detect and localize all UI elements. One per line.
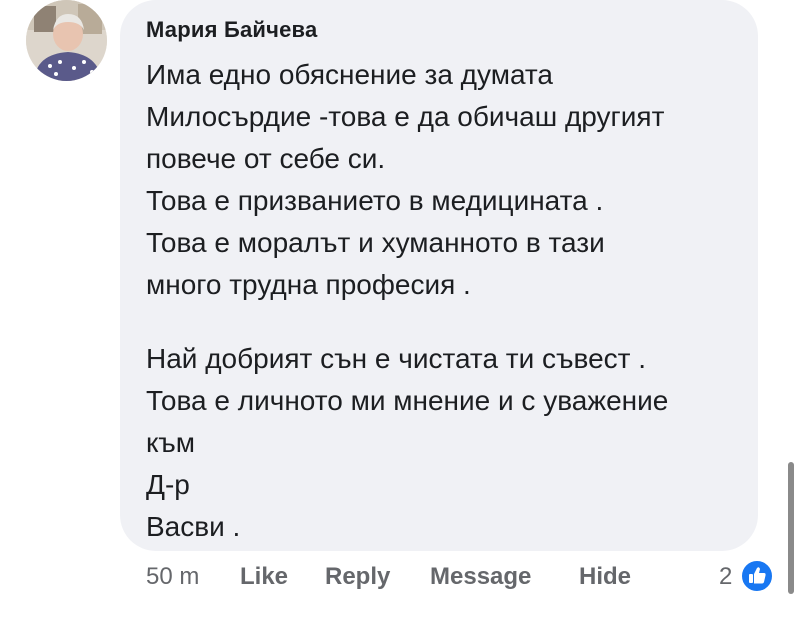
comment-timestamp[interactable]: 50 m [146,563,199,591]
message-button[interactable]: Message [430,563,531,591]
avatar[interactable] [26,0,107,81]
comment-text-line: Има едно обяснение за думата [146,59,553,90]
comment-text-line: повече от себе си. [146,143,386,174]
reaction-count[interactable]: 2 [719,563,732,591]
comment-text-line: Д-р [146,469,190,500]
comment-text-line: Това е моралът и хуманното в тази [146,227,605,258]
comment-text-line: много трудна професия . [146,269,471,300]
comment-author[interactable]: Мария Байчева [146,17,317,43]
comment-text-line: към [146,427,195,458]
comment-text-line: Милосърдие -това е да обичаш другият [146,101,665,132]
reply-button[interactable]: Reply [325,563,390,591]
comment-text-line: Това е призванието в медицината . [146,185,604,216]
thumbs-up-icon[interactable] [740,559,774,593]
comment-bubble: Мария Байчева Има едно обяснение за дума… [120,0,758,551]
like-button[interactable]: Like [240,563,288,591]
scrollbar[interactable] [788,462,794,594]
avatar-photo [26,0,107,81]
hide-button[interactable]: Hide [579,563,631,591]
comment-view: Мария Байчева Има едно обяснение за дума… [0,0,800,623]
comment-text-line: Най добрият сън е чистата ти съвест . [146,343,647,374]
comment-text-line: Васви . [146,511,241,542]
comment-actions-bar: 50 m Like Reply Message Hide [0,563,800,595]
comment-text-line: Това е личното ми мнение и с уважение [146,385,669,416]
thumbs-up-glyph [749,567,766,584]
